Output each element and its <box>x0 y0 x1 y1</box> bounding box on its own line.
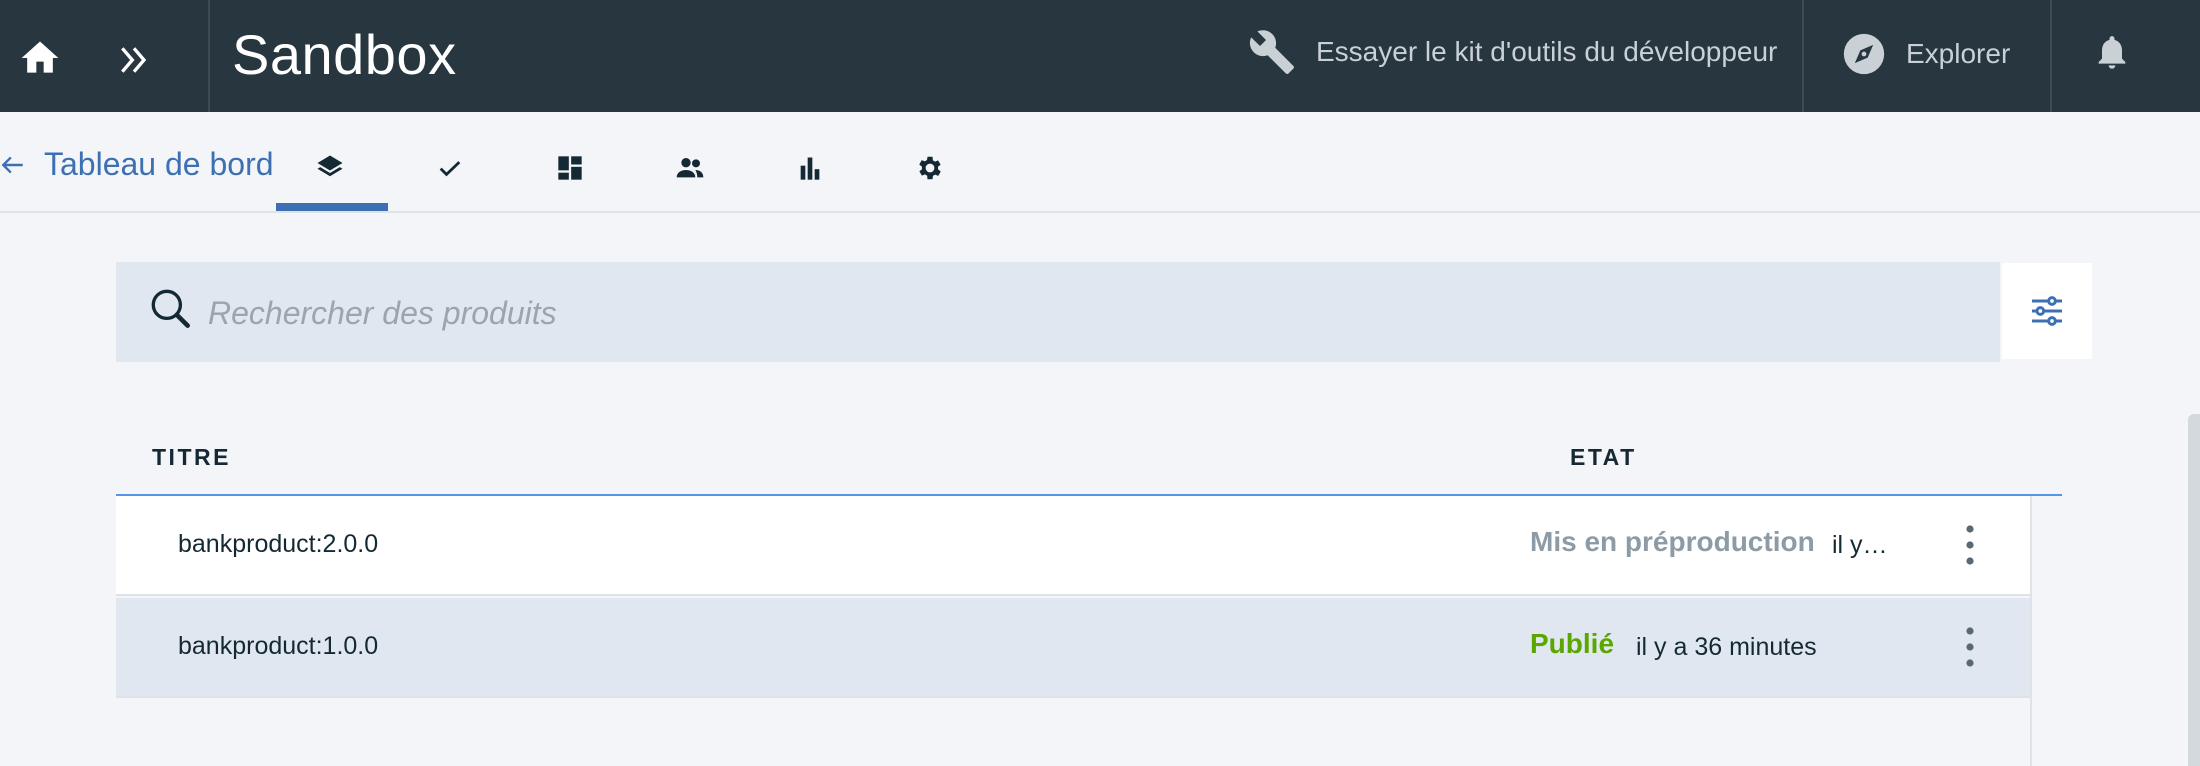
updated-time: il y a 36 minutes <box>1636 633 1817 661</box>
back-to-dashboard-link[interactable]: Tableau de bord <box>0 146 274 183</box>
table-row[interactable]: bankproduct:1.0.0 Publié il y a 36 minut… <box>116 598 2030 698</box>
home-icon[interactable] <box>18 36 62 80</box>
tab-analytics[interactable] <box>780 148 840 188</box>
secondary-nav: Tableau de bord <box>0 112 2200 213</box>
developer-toolkit-button[interactable]: Essayer le kit d'outils du développeur <box>1248 24 1777 80</box>
bar-chart-icon <box>800 157 820 180</box>
settings-icon <box>919 156 941 180</box>
people-icon <box>676 158 704 178</box>
table-scroll-track <box>2030 496 2032 766</box>
overflow-menu-icon[interactable] <box>1946 516 1994 574</box>
active-tab-indicator <box>276 203 388 211</box>
tab-settings[interactable] <box>900 148 960 188</box>
status-badge: Publié <box>1530 628 1615 659</box>
wrench-icon <box>1249 30 1294 74</box>
header-divider <box>208 0 210 112</box>
top-header: Sandbox Essayer le kit d'outils du dével… <box>0 0 2200 112</box>
table-row[interactable]: bankproduct:2.0.0 Mis en préproduction i… <box>116 496 2030 596</box>
tab-products[interactable] <box>300 148 360 188</box>
column-header-title: TITRE <box>152 444 231 470</box>
search-icon <box>151 289 190 328</box>
filter-button[interactable] <box>2002 263 2092 359</box>
table-header: TITRE ETAT <box>116 430 2062 496</box>
grid-icon <box>558 156 582 180</box>
page-title: Sandbox <box>232 23 457 86</box>
layers-icon <box>317 155 343 177</box>
product-search-bar <box>116 262 2000 362</box>
search-input[interactable] <box>206 282 1950 344</box>
tab-members[interactable] <box>660 148 720 188</box>
arrow-left-icon <box>1 156 23 173</box>
status-badge: Mis en préproduction <box>1530 526 1815 557</box>
tab-approvals[interactable] <box>420 148 480 188</box>
expand-nav-icon[interactable] <box>114 40 154 80</box>
compass-icon <box>1843 33 1885 75</box>
column-header-state: ETAT <box>1570 444 1637 470</box>
product-title: bankproduct:1.0.0 <box>178 632 379 660</box>
updated-time: il y… <box>1832 531 1888 559</box>
checkmark-icon <box>439 161 461 177</box>
notification-bell-icon[interactable] <box>2092 30 2132 74</box>
filter-sliders-icon <box>2032 296 2062 326</box>
explore-button[interactable]: Explorer <box>1842 24 2010 84</box>
developer-toolkit-label: Essayer le kit d'outils du développeur <box>1316 36 1778 67</box>
page-scrollbar[interactable] <box>2188 414 2200 766</box>
overflow-menu-icon[interactable] <box>1946 618 1994 676</box>
explore-label: Explorer <box>1906 38 2011 69</box>
header-divider <box>1802 0 1804 112</box>
header-divider <box>2050 0 2052 112</box>
product-title: bankproduct:2.0.0 <box>178 530 379 558</box>
back-link-label: Tableau de bord <box>44 146 274 182</box>
tab-apps[interactable] <box>540 148 600 188</box>
